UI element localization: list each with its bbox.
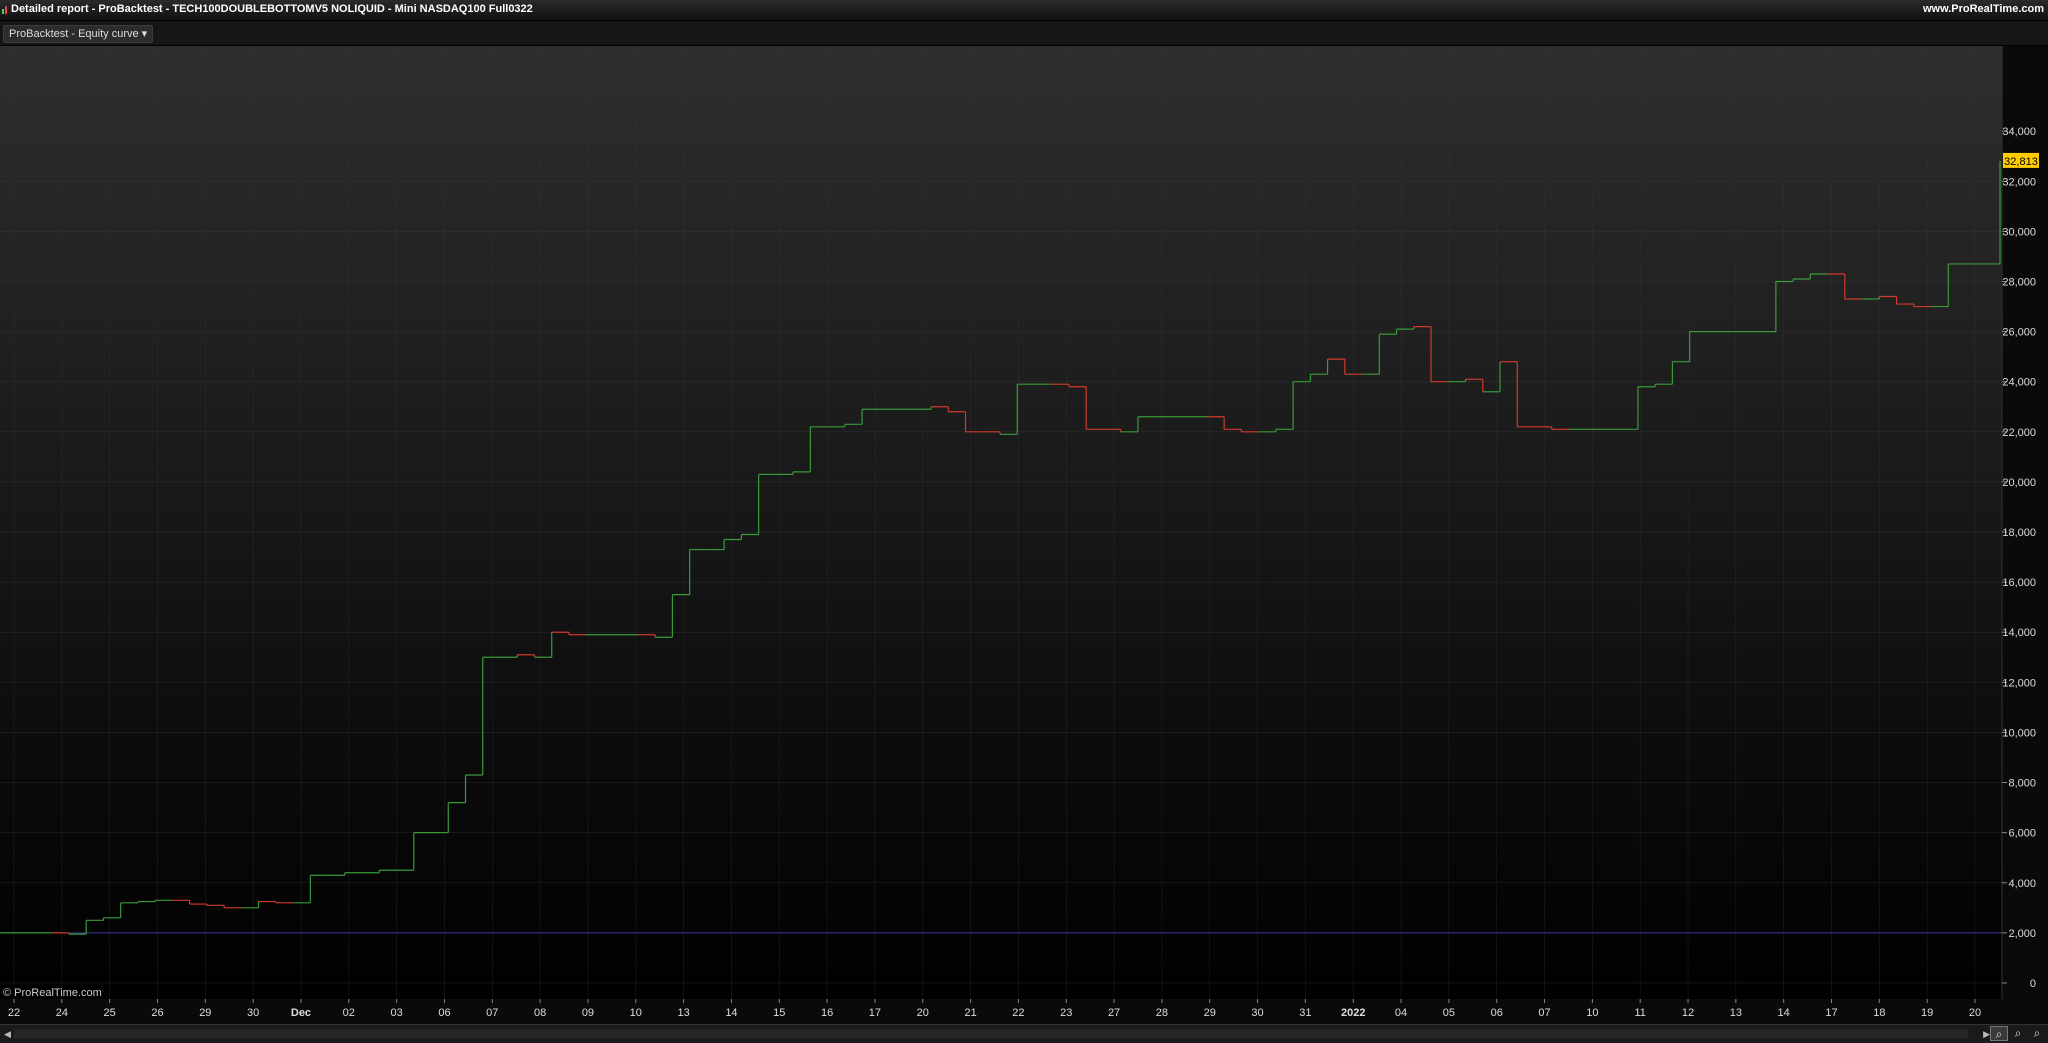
y-tick-label: 10,000 <box>2002 727 2036 739</box>
triangle-left-icon[interactable]: ◀ <box>4 1029 11 1039</box>
x-tick-label: 13 <box>1730 1007 1742 1019</box>
x-tick-label: 15 <box>773 1007 785 1019</box>
y-tick-label: 18,000 <box>2002 527 2036 539</box>
x-tick-label: 03 <box>391 1007 403 1019</box>
x-tick-label: 14 <box>725 1007 737 1019</box>
x-tick-label: 06 <box>1491 1007 1503 1019</box>
plot-background <box>0 46 2002 998</box>
x-tick-label: 24 <box>56 1007 68 1019</box>
y-tick-label: 2,000 <box>2008 928 2036 940</box>
y-tick-label: 30,000 <box>2002 226 2036 238</box>
y-tick-label: 26,000 <box>2002 327 2036 339</box>
last-value-badge: 32,813 <box>2003 152 2039 168</box>
x-tick-label: 10 <box>630 1007 642 1019</box>
y-tick-label: 24,000 <box>2002 377 2036 389</box>
x-tick-label: 07 <box>1538 1007 1550 1019</box>
equity-curve-chart[interactable]: 34,000 32,000 30,000 28,000 26,000 24,000 22,0… <box>0 46 2048 1024</box>
y-tick-label: 0 <box>2030 978 2036 990</box>
website-link[interactable]: www.ProRealTime.com <box>1923 3 2044 15</box>
y-tick-label: 14,000 <box>2002 627 2036 639</box>
y-tick-label: 4,000 <box>2008 878 2036 890</box>
y-tick-label: 34,000 <box>2002 126 2036 138</box>
x-tick-label: 06 <box>438 1007 450 1019</box>
y-tick-label: 20,000 <box>2002 477 2036 489</box>
y-tick-label: 22,000 <box>2002 427 2036 439</box>
x-tick-label: 07 <box>486 1007 498 1019</box>
x-tick-label: 25 <box>104 1007 116 1019</box>
app-logo-icon <box>2 6 7 14</box>
x-tick-label: 04 <box>1395 1007 1407 1019</box>
x-tick-label: 30 <box>1251 1007 1263 1019</box>
x-tick-label: 21 <box>964 1007 976 1019</box>
window-title: Detailed report - ProBacktest - TECH100D… <box>11 3 533 15</box>
x-tick-label: Dec <box>291 1007 311 1019</box>
x-tick-label: 30 <box>247 1007 259 1019</box>
x-tick-label: 20 <box>917 1007 929 1019</box>
x-tick-label: 13 <box>677 1007 689 1019</box>
y-tick-label: 12,000 <box>2002 677 2036 689</box>
chart-type-dropdown[interactable]: ProBacktest - Equity curve ▾ <box>3 25 154 43</box>
title-bar: Detailed report - ProBacktest - TECH100D… <box>0 0 2048 21</box>
y-tick-label: 6,000 <box>2008 828 2036 840</box>
x-tick-label: 28 <box>1156 1007 1168 1019</box>
y-tick-label: 28,000 <box>2002 276 2036 288</box>
x-tick-label: 16 <box>821 1007 833 1019</box>
x-tick-label: 18 <box>1873 1007 1885 1019</box>
x-tick-label: 19 <box>1921 1007 1933 1019</box>
copyright-text: © ProRealTime.com <box>3 987 102 999</box>
y-tick-label: 32,000 <box>2002 176 2036 188</box>
x-tick-label: 02 <box>343 1007 355 1019</box>
x-tick-label: 22 <box>1012 1007 1024 1019</box>
x-tick-label: 12 <box>1682 1007 1694 1019</box>
x-tick-label: 11 <box>1634 1007 1645 1019</box>
x-tick-label: 14 <box>1778 1007 1790 1019</box>
x-tick-label: 10 <box>1586 1007 1598 1019</box>
x-tick-label: 26 <box>151 1007 163 1019</box>
zoom-reset-icon[interactable]: ⌕ <box>1990 1026 2008 1041</box>
x-tick-label: 05 <box>1443 1007 1455 1019</box>
x-tick-label: 08 <box>534 1007 546 1019</box>
x-tick-label: 2022 <box>1341 1007 1365 1019</box>
x-tick-label: 17 <box>1825 1007 1837 1019</box>
x-tick-label: 27 <box>1108 1007 1120 1019</box>
last-value-label: 32,813 <box>2004 156 2038 168</box>
x-tick-label: 29 <box>199 1007 211 1019</box>
triangle-right-icon[interactable]: ▶ <box>1983 1029 1990 1039</box>
x-tick-label: 23 <box>1060 1007 1072 1019</box>
chart-toolbar: ProBacktest - Equity curve ▾ <box>0 21 2048 45</box>
x-tick-label: 29 <box>1204 1007 1216 1019</box>
scroll-track[interactable] <box>14 1029 1968 1038</box>
x-tick-label: 09 <box>582 1007 594 1019</box>
x-tick-label: 17 <box>869 1007 881 1019</box>
x-tick-label: 31 <box>1299 1007 1311 1019</box>
x-tick-label: 22 <box>8 1007 20 1019</box>
x-tick-label: 20 <box>1969 1007 1981 1019</box>
y-tick-label: 16,000 <box>2002 577 2036 589</box>
horizontal-scrollbar[interactable]: ◀ ▶ ⌕ ⌕ ⌕ <box>0 1024 2048 1043</box>
zoom-out-icon[interactable]: ⌕ <box>2009 1026 2027 1041</box>
zoom-in-icon[interactable]: ⌕ <box>2028 1026 2046 1041</box>
y-tick-label: 8,000 <box>2008 778 2036 790</box>
